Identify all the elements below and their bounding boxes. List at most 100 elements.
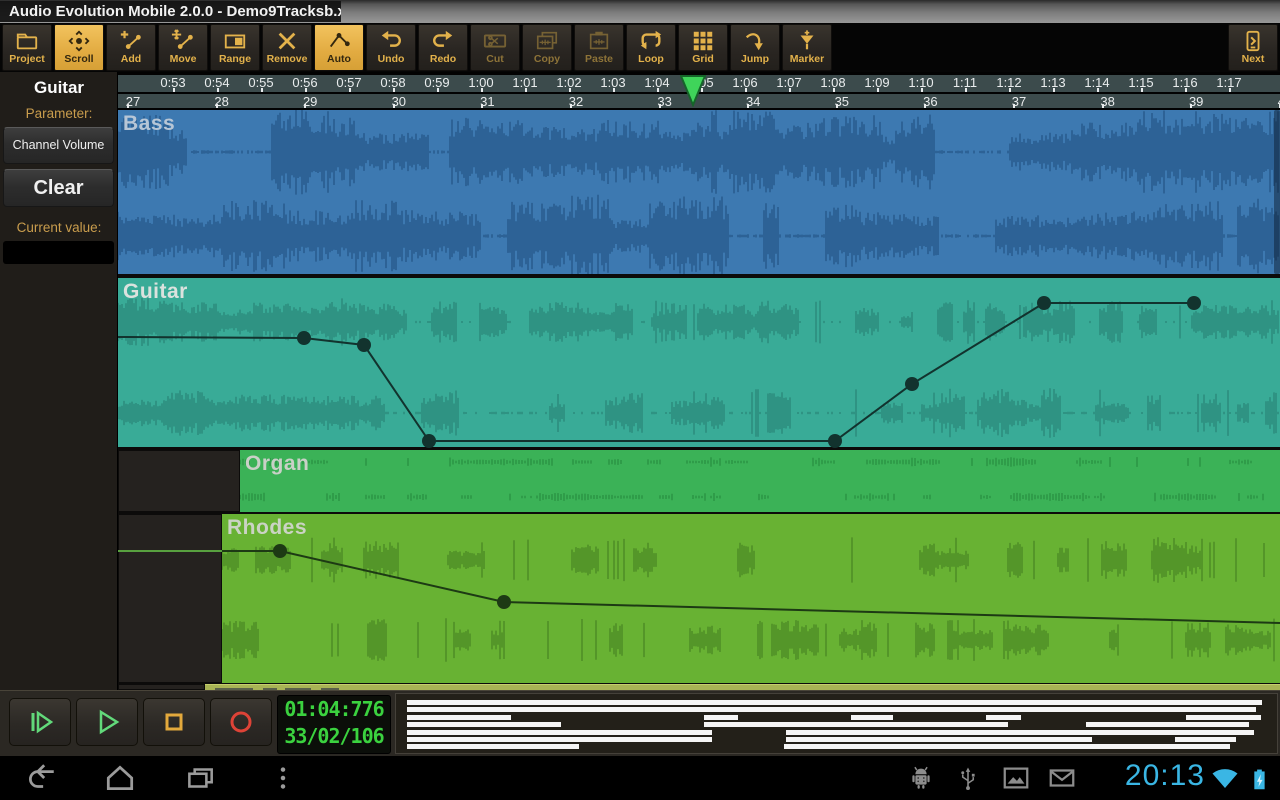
redo-icon <box>431 29 455 53</box>
grid-icon <box>691 29 715 53</box>
time-tick <box>525 88 527 92</box>
time-tick <box>217 88 219 92</box>
paste-icon <box>587 29 611 53</box>
time-tick <box>1009 88 1011 92</box>
overview-track-row <box>402 715 1271 720</box>
toolbar-button-next[interactable]: Next <box>1228 24 1278 71</box>
time-tick <box>437 88 439 92</box>
overview-clip-bar <box>704 722 1008 727</box>
play-icon <box>77 706 137 738</box>
automation-sidebar: Guitar Parameter: Channel Volume Clear C… <box>0 72 118 690</box>
arrangement-overview[interactable] <box>395 693 1278 754</box>
audio-clip-bass[interactable] <box>118 110 1280 274</box>
project-icon <box>15 29 39 53</box>
app-screen: Audio Evolution Mobile 2.0.0 - Demo9Trac… <box>0 0 1280 800</box>
overview-clip-bar <box>407 700 1262 705</box>
toolbar-button-loop[interactable]: Loop <box>626 24 676 71</box>
time-tick <box>1185 88 1187 92</box>
record-button[interactable] <box>210 698 272 746</box>
track-row-bass[interactable]: Bass <box>118 110 1280 274</box>
overview-clip-bar <box>1086 722 1249 727</box>
add-icon <box>119 29 143 53</box>
toolbar-button-auto[interactable]: Auto <box>314 24 364 71</box>
audio-clip-rhodes[interactable] <box>222 514 1280 683</box>
toolbar-button-add[interactable]: Add <box>106 24 156 71</box>
track-area[interactable]: BassGuitarOrganRhodes <box>118 110 1280 690</box>
jump-icon <box>743 29 767 53</box>
title-bar: Audio Evolution Mobile 2.0.0 - Demo9Trac… <box>0 0 1280 23</box>
overview-clip-bar <box>407 730 712 735</box>
overview-clip-bar <box>986 715 1021 720</box>
track-row-guitar[interactable]: Guitar <box>118 278 1280 447</box>
vertical-scrollbar[interactable] <box>1274 110 1280 274</box>
toolbar-button-undo[interactable]: Undo <box>366 24 416 71</box>
range-icon <box>223 29 247 53</box>
time-tick <box>965 88 967 92</box>
toolbar-button-range[interactable]: Range <box>210 24 260 71</box>
record-icon <box>211 706 271 738</box>
toolbar-button-marker[interactable]: Marker <box>782 24 832 71</box>
home-icon[interactable] <box>103 756 137 800</box>
selected-track-name: Guitar <box>0 78 118 98</box>
android-navbar: 20:13 <box>0 756 1280 800</box>
window-title: Audio Evolution Mobile 2.0.0 - Demo9Trac… <box>0 1 341 22</box>
status-clock: 20:13 <box>1085 759 1205 793</box>
clear-button[interactable]: Clear <box>3 169 114 207</box>
gallery-icon <box>1000 756 1032 800</box>
bar-tick <box>747 104 749 108</box>
toolbar-button-jump[interactable]: Jump <box>730 24 780 71</box>
time-tick <box>657 88 659 92</box>
undo-icon <box>379 29 403 53</box>
track-row-rhodes[interactable]: Rhodes <box>118 514 1280 683</box>
overview-clip-bar <box>786 730 1254 735</box>
toolbar-button-redo[interactable]: Redo <box>418 24 468 71</box>
time-tick <box>1053 88 1055 92</box>
marker-icon <box>795 29 819 53</box>
parameter-select-button[interactable]: Channel Volume <box>3 127 114 164</box>
bar-tick <box>304 104 306 108</box>
overview-track-row <box>402 730 1271 735</box>
bar-beat-position: 33/02/106 <box>278 723 390 750</box>
back-icon[interactable] <box>24 756 58 800</box>
overview-clip-bar <box>407 707 1256 712</box>
time-tick <box>349 88 351 92</box>
current-value-display <box>3 241 114 264</box>
bar-tick <box>570 104 572 108</box>
toolbar-button-cut: Cut <box>470 24 520 71</box>
audio-clip-guitar[interactable] <box>118 278 1280 447</box>
track-empty-lead <box>118 450 240 512</box>
time-tick <box>1097 88 1099 92</box>
toolbar-button-scroll[interactable]: Scroll <box>54 24 104 71</box>
toolbar-button-remove[interactable]: Remove <box>262 24 312 71</box>
overview-clip-bar <box>784 744 1230 749</box>
time-tick <box>173 88 175 92</box>
track-row-organ[interactable]: Organ <box>118 450 1280 512</box>
overview-clip-bar <box>407 722 561 727</box>
overview-track-row <box>402 737 1271 742</box>
time-tick <box>1141 88 1143 92</box>
time-tick <box>569 88 571 92</box>
play-button[interactable] <box>76 698 138 746</box>
audio-clip-organ[interactable] <box>240 450 1280 512</box>
loop-icon <box>639 29 663 53</box>
toolbar-button-project[interactable]: Project <box>2 24 52 71</box>
playhead-marker[interactable] <box>680 75 706 107</box>
toolbar-button-move[interactable]: Move <box>158 24 208 71</box>
recents-icon[interactable] <box>183 756 217 800</box>
time-tick <box>261 88 263 92</box>
overview-clip-bar <box>704 715 739 720</box>
bar-tick <box>1013 104 1015 108</box>
overview-clip-bar <box>1186 715 1261 720</box>
toolbar-button-paste: Paste <box>574 24 624 71</box>
menu-dots-icon[interactable] <box>266 756 300 800</box>
overview-track-row <box>402 722 1271 727</box>
auto-icon <box>327 29 351 53</box>
time-tick <box>789 88 791 92</box>
stop-button[interactable] <box>143 698 205 746</box>
next-icon <box>1241 29 1265 53</box>
time-position: 01:04:776 <box>278 696 390 723</box>
time-tick <box>613 88 615 92</box>
toolbar-button-copy: Copy <box>522 24 572 71</box>
play-from-start-button[interactable] <box>9 698 71 746</box>
toolbar-button-grid[interactable]: Grid <box>678 24 728 71</box>
